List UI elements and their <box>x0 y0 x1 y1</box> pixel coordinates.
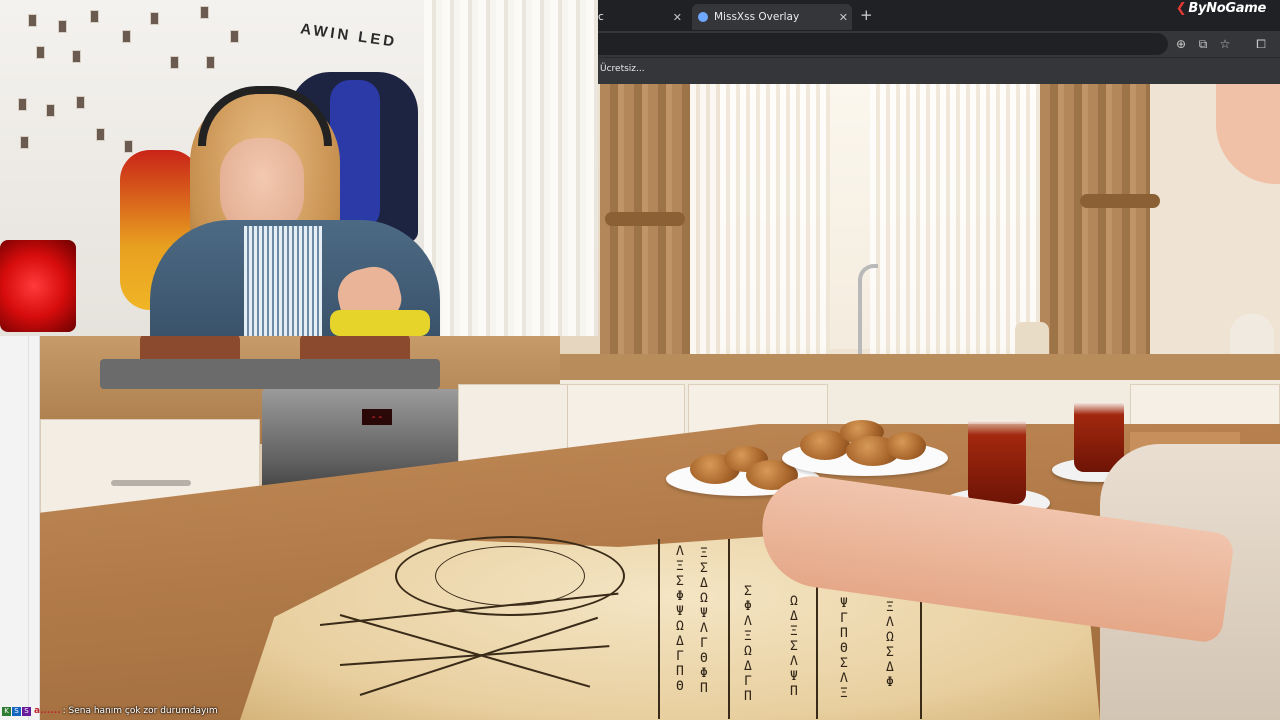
wall-photo <box>28 14 37 27</box>
column-rule <box>658 539 660 719</box>
yellow-cushion <box>330 310 430 336</box>
rune-column: ΞΛΩΣΔΦ <box>886 600 894 690</box>
chat-badge-icon: S <box>12 706 21 716</box>
star-icon[interactable]: ☆ <box>1218 37 1232 51</box>
cabinet-handle <box>111 480 191 486</box>
tab-previous[interactable]: c ✕ <box>598 4 686 30</box>
tab-title: c <box>598 11 604 23</box>
rune-column: ΞΣΔΩΨΛΓΘΦΠ <box>700 546 708 696</box>
bynogame-mark-icon: ❮ <box>1175 1 1187 16</box>
chat-badge-icon: K <box>2 706 11 716</box>
wall-photo <box>76 96 85 109</box>
wall-photo <box>150 12 159 25</box>
wall-photo <box>18 98 27 111</box>
oven-display: -- <box>362 409 392 425</box>
bynogame-logo: ❮ ByNoGame <box>1175 1 1267 16</box>
browser-window: c ✕ MissXss Overlay ✕ + ❮ ByNoGame ⊕ ⧉ ☆ … <box>588 0 1280 84</box>
red-led-speaker <box>0 240 76 332</box>
stovetop <box>100 359 440 389</box>
circular-sigil-inner <box>435 546 585 606</box>
wall-photo <box>206 56 215 69</box>
sink-faucet <box>858 264 878 354</box>
curtain-tie-left <box>605 212 685 226</box>
column-rule <box>728 539 730 719</box>
close-icon[interactable]: ✕ <box>673 11 682 24</box>
chat-message-text: : Sena hanım çok zor durumdayım <box>62 706 218 716</box>
rune-column: ΣΦΛΞΩΔΓΠ <box>744 584 752 704</box>
wall-photo <box>90 10 99 23</box>
wall-photo <box>72 50 81 63</box>
bookmark-item[interactable]: Ücretsiz... <box>600 64 645 74</box>
white-curtain <box>424 0 598 336</box>
tab-missxss-overlay[interactable]: MissXss Overlay ✕ <box>692 4 852 30</box>
extensions-icon[interactable]: ⧠ <box>1254 37 1268 51</box>
zoom-icon[interactable]: ⊕ <box>1174 37 1188 51</box>
toolbar: ⊕ ⧉ ☆ ⧠ <box>588 31 1280 57</box>
stream-frame: -- ΛΞΣΦΨΩΔΓΠΘ ΞΣΔΩΨΛΓΘΦΠ ΣΦΛΞΩΔΓΠ ΩΔΞΣΛΨ… <box>0 0 1280 720</box>
bookmarks-bar: Ücretsiz... <box>598 57 1280 84</box>
tab-strip: c ✕ MissXss Overlay ✕ + ❮ ByNoGame <box>598 0 1280 30</box>
curtain-tie-right <box>1080 194 1160 208</box>
wall-photo <box>122 30 131 43</box>
new-tab-button[interactable]: + <box>860 6 873 24</box>
chat-badge-icon: S <box>22 706 31 716</box>
wall-photo <box>230 30 239 43</box>
wall-photo <box>124 140 133 153</box>
address-bar[interactable] <box>588 33 1168 55</box>
striped-shirt <box>244 226 322 336</box>
wall-photo <box>170 56 179 69</box>
rune-column: ΛΞΣΦΨΩΔΓΠΘ <box>676 544 684 694</box>
wall-photo <box>36 46 45 59</box>
screenshot-icon[interactable]: ⧉ <box>1196 37 1210 51</box>
wall-photo <box>96 128 105 141</box>
pastry <box>886 432 926 460</box>
wall-photo <box>20 136 29 149</box>
wall-photo <box>58 20 67 33</box>
close-icon[interactable]: ✕ <box>839 11 848 24</box>
rune-column: ΩΔΞΣΛΨΠ <box>790 594 798 699</box>
chat-username: a...... <box>34 706 61 716</box>
globe-icon <box>698 12 708 22</box>
curtain-right <box>1040 84 1150 354</box>
brand-name: ByNoGame <box>1188 1 1266 16</box>
sheer-curtain-left <box>680 84 830 354</box>
tea-glass <box>968 420 1026 504</box>
chat-message: K S S a...... : Sena hanım çok zor durum… <box>0 702 218 720</box>
wall-photo <box>200 6 209 19</box>
rune-column: ΨΓΠΘΣΛΞ <box>840 596 848 701</box>
tab-title: MissXss Overlay <box>714 11 800 23</box>
webcam-overlay: AWIN LED <box>0 0 598 336</box>
wall-photo <box>46 104 55 117</box>
